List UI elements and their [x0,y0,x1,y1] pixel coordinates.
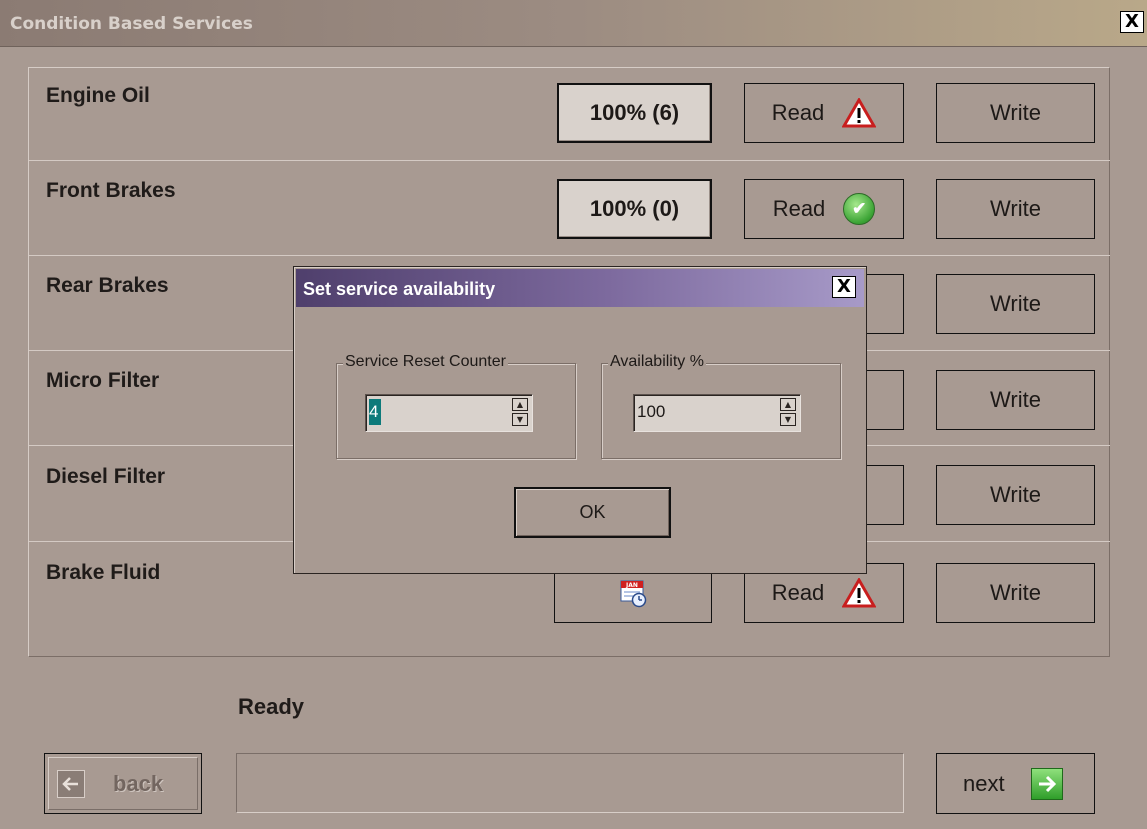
read-label: Read [771,580,825,605]
service-label: Micro Filter [46,369,160,392]
warning-icon [842,98,877,128]
status-value: 100% (0) [589,196,680,221]
rear-brakes-write-button[interactable]: Write [936,274,1095,334]
service-label: Rear Brakes [46,274,169,297]
spin-arrows[interactable]: ▲ ▼ [512,398,528,428]
spin-down-icon[interactable]: ▼ [780,413,796,426]
warning-icon [842,578,877,608]
dialog-title: Set service availability [303,279,496,299]
service-reset-counter-spinbox[interactable]: ▲ ▼ [365,394,533,432]
spin-up-icon[interactable]: ▲ [780,398,796,411]
front-brakes-status-button[interactable]: 100% (0) [557,179,712,239]
arrow-left-icon [57,769,85,798]
read-label: Read [772,196,826,221]
service-availability-dialog: Set service availability X Service Reset… [293,266,867,574]
dialog-titlebar: Set service availability X [296,269,864,307]
engine-oil-read-button[interactable]: Read [744,83,904,143]
service-label: Diesel Filter [46,465,166,488]
arrow-right-icon [1030,767,1063,800]
calendar-month-text: JAN [625,582,638,589]
service-label: Front Brakes [46,179,176,202]
ok-check-icon: ✔ [843,193,876,225]
window-title: Condition Based Services [10,14,253,34]
next-label: next [963,770,1005,796]
calendar-clock-icon: JAN [620,580,647,608]
availability-spinbox[interactable]: ▲ ▼ [633,394,801,432]
availability-input[interactable] [637,399,757,425]
service-label: Brake Fluid [46,561,161,584]
status-text: Ready [238,694,305,719]
spin-down-icon[interactable]: ▼ [512,413,528,426]
window-titlebar: Condition Based Services X [0,0,1147,47]
ok-button[interactable]: OK [514,487,671,538]
group-legend: Availability % [608,353,706,371]
engine-oil-write-button[interactable]: Write [936,83,1095,143]
status-value: 100% (6) [589,100,680,125]
front-brakes-read-button[interactable]: Read ✔ [744,179,904,239]
service-reset-counter-input[interactable] [369,399,381,425]
progress-bar [236,753,904,813]
engine-oil-status-button[interactable]: 100% (6) [557,83,712,143]
service-reset-counter-group: Service Reset Counter ▲ ▼ [336,353,576,459]
back-label: back [113,770,164,796]
back-button[interactable]: back [44,753,202,814]
availability-group: Availability % ▲ ▼ [601,353,841,459]
spin-up-icon[interactable]: ▲ [512,398,528,411]
front-brakes-write-button[interactable]: Write [936,179,1095,239]
diesel-filter-write-button[interactable]: Write [936,465,1095,525]
group-legend: Service Reset Counter [343,353,508,371]
read-label: Read [771,100,825,125]
window-close-button[interactable]: X [1120,11,1144,33]
brake-fluid-write-button[interactable]: Write [936,563,1095,623]
dialog-close-button[interactable]: X [832,276,856,298]
service-label: Engine Oil [46,84,150,107]
spin-arrows[interactable]: ▲ ▼ [780,398,796,428]
micro-filter-write-button[interactable]: Write [936,370,1095,430]
next-button[interactable]: next [936,753,1095,814]
